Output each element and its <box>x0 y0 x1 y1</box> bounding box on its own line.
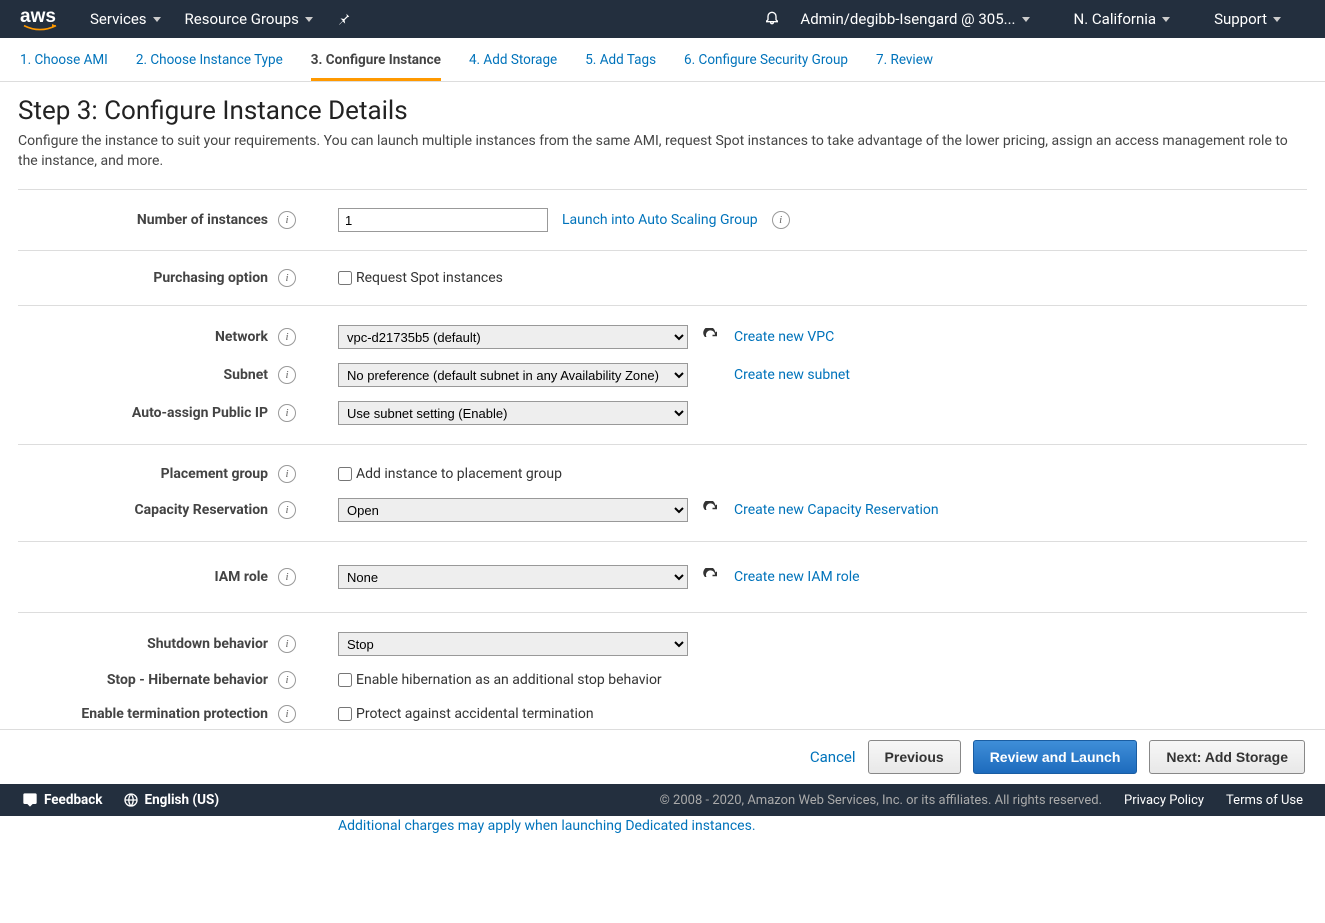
placement-group-checkbox[interactable] <box>338 467 352 481</box>
step-review[interactable]: 7. Review <box>876 52 933 81</box>
label-termination-protection: Enable termination protection <box>81 706 268 722</box>
page-title: Step 3: Configure Instance Details <box>18 96 1307 126</box>
info-icon[interactable]: i <box>278 465 296 483</box>
termination-protection-checkbox[interactable] <box>338 707 352 721</box>
chevron-down-icon <box>305 17 313 22</box>
label-auto-assign-ip: Auto-assign Public IP <box>132 405 268 421</box>
speech-bubble-icon <box>22 792 38 808</box>
privacy-policy-link[interactable]: Privacy Policy <box>1124 793 1204 808</box>
chevron-down-icon <box>1273 17 1281 22</box>
info-icon[interactable]: i <box>772 211 790 229</box>
hibernate-checkbox[interactable] <box>338 673 352 687</box>
info-icon[interactable]: i <box>278 501 296 519</box>
label-placement-group: Placement group <box>161 466 268 482</box>
termination-protection-label: Protect against accidental termination <box>356 706 594 722</box>
network-select[interactable]: vpc-d21735b5 (default) <box>338 325 688 349</box>
pin-icon[interactable] <box>337 12 351 26</box>
label-hibernate: Stop - Hibernate behavior <box>107 672 268 688</box>
chevron-down-icon <box>1162 17 1170 22</box>
auto-assign-ip-select[interactable]: Use subnet setting (Enable) <box>338 401 688 425</box>
launch-asg-link[interactable]: Launch into Auto Scaling Group <box>562 212 758 228</box>
info-icon[interactable]: i <box>278 328 296 346</box>
shutdown-behavior-select[interactable]: Stop <box>338 632 688 656</box>
info-icon[interactable]: i <box>278 404 296 422</box>
label-shutdown-behavior: Shutdown behavior <box>147 636 268 652</box>
services-menu[interactable]: Services <box>90 10 161 28</box>
region-menu[interactable]: N. California <box>1074 10 1171 28</box>
wizard-steps: 1. Choose AMI 2. Choose Instance Type 3.… <box>0 38 1325 82</box>
create-iam-link[interactable]: Create new IAM role <box>734 569 860 585</box>
label-network: Network <box>215 329 268 345</box>
info-icon[interactable]: i <box>278 366 296 384</box>
info-icon[interactable]: i <box>278 705 296 723</box>
info-icon[interactable]: i <box>278 671 296 689</box>
number-of-instances-input[interactable] <box>338 208 548 232</box>
info-icon[interactable]: i <box>278 568 296 586</box>
capacity-reservation-select[interactable]: Open <box>338 498 688 522</box>
subnet-select[interactable]: No preference (default subnet in any Ava… <box>338 363 688 387</box>
label-iam-role: IAM role <box>215 569 268 585</box>
refresh-icon[interactable] <box>702 328 720 346</box>
hibernate-label: Enable hibernation as an additional stop… <box>356 672 662 688</box>
tenancy-charges-link[interactable]: Additional charges may apply when launch… <box>338 818 756 834</box>
resource-groups-menu[interactable]: Resource Groups <box>185 10 313 28</box>
create-subnet-link[interactable]: Create new subnet <box>734 367 850 383</box>
create-capacity-link[interactable]: Create new Capacity Reservation <box>734 502 939 518</box>
top-nav: aws Services Resource Groups Admin/degib… <box>0 0 1325 38</box>
refresh-icon[interactable] <box>702 501 720 519</box>
create-vpc-link[interactable]: Create new VPC <box>734 329 834 345</box>
info-icon[interactable]: i <box>278 269 296 287</box>
label-number-of-instances: Number of instances <box>137 212 268 228</box>
globe-icon <box>123 792 139 808</box>
label-subnet: Subnet <box>224 367 268 383</box>
chevron-down-icon <box>1022 17 1030 22</box>
review-launch-button[interactable]: Review and Launch <box>973 740 1138 774</box>
language-selector[interactable]: English (US) <box>123 792 220 808</box>
placement-group-label: Add instance to placement group <box>356 466 562 482</box>
request-spot-label: Request Spot instances <box>356 270 503 286</box>
next-add-storage-button[interactable]: Next: Add Storage <box>1149 740 1305 774</box>
footer: Feedback English (US) © 2008 - 2020, Ama… <box>0 784 1325 816</box>
step-choose-ami[interactable]: 1. Choose AMI <box>20 52 108 81</box>
step-configure-security-group[interactable]: 6. Configure Security Group <box>684 52 848 81</box>
request-spot-checkbox[interactable] <box>338 271 352 285</box>
info-icon[interactable]: i <box>278 211 296 229</box>
action-bar: Cancel Previous Review and Launch Next: … <box>0 729 1325 784</box>
page-description: Configure the instance to suit your requ… <box>18 132 1307 171</box>
notifications-icon[interactable] <box>764 9 780 29</box>
step-add-storage[interactable]: 4. Add Storage <box>469 52 557 81</box>
step-add-tags[interactable]: 5. Add Tags <box>585 52 656 81</box>
copyright-text: © 2008 - 2020, Amazon Web Services, Inc.… <box>660 793 1102 808</box>
label-capacity-reservation: Capacity Reservation <box>135 502 269 518</box>
step-choose-instance-type[interactable]: 2. Choose Instance Type <box>136 52 283 81</box>
aws-logo[interactable]: aws <box>20 6 60 32</box>
info-icon[interactable]: i <box>278 635 296 653</box>
support-menu[interactable]: Support <box>1214 10 1281 28</box>
account-menu[interactable]: Admin/degibb-Isengard @ 305... <box>800 10 1029 28</box>
feedback-button[interactable]: Feedback <box>22 792 103 808</box>
iam-role-select[interactable]: None <box>338 565 688 589</box>
label-purchasing-option: Purchasing option <box>153 270 268 286</box>
step-configure-instance: 3. Configure Instance <box>311 52 441 81</box>
previous-button[interactable]: Previous <box>868 740 961 774</box>
chevron-down-icon <box>153 17 161 22</box>
cancel-button[interactable]: Cancel <box>810 748 856 766</box>
refresh-icon[interactable] <box>702 568 720 586</box>
terms-of-use-link[interactable]: Terms of Use <box>1226 793 1303 808</box>
